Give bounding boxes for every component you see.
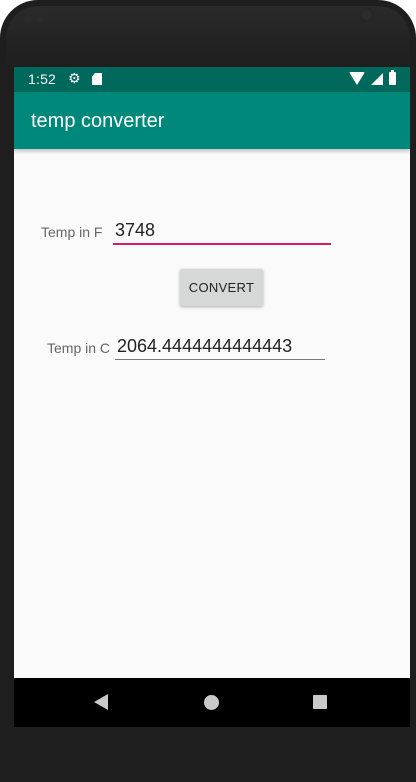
speaker-grille <box>24 10 64 23</box>
sd-card-icon <box>92 73 102 85</box>
convert-button[interactable]: CONVERT <box>180 269 263 306</box>
cell-signal-icon <box>371 72 383 85</box>
temp-f-label: Temp in F <box>41 224 103 240</box>
back-icon[interactable] <box>94 694 108 710</box>
page-title: temp converter <box>31 110 165 132</box>
battery-icon <box>389 70 396 85</box>
temp-c-output[interactable] <box>115 333 325 360</box>
wifi-icon <box>349 72 365 85</box>
app-bar: temp converter <box>14 92 410 149</box>
camera-icon <box>360 8 374 22</box>
android-navigation-bar <box>14 678 410 727</box>
status-bar: 1:52 ⚙ <box>14 67 410 92</box>
temp-f-input[interactable] <box>113 217 331 245</box>
home-icon[interactable] <box>204 695 219 710</box>
recents-icon[interactable] <box>313 695 327 709</box>
device-bezel <box>6 6 410 66</box>
temp-c-label: Temp in C <box>47 340 111 356</box>
status-time: 1:52 <box>28 71 57 87</box>
gear-icon: ⚙ <box>68 70 81 86</box>
device-bottom-bezel <box>0 727 416 782</box>
status-icons <box>349 70 396 85</box>
app-screen: 1:52 ⚙ temp converter Temp in F CONVERT … <box>14 67 410 727</box>
device-frame: 1:52 ⚙ temp converter Temp in F CONVERT … <box>0 0 416 782</box>
